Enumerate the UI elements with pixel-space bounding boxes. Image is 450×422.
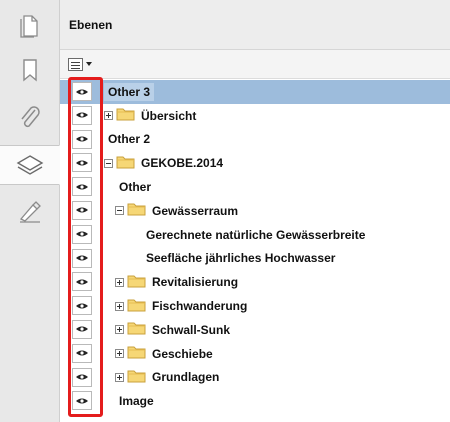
panel-title: Ebenen: [69, 17, 113, 32]
layer-row[interactable]: Image: [60, 389, 450, 413]
layer-row[interactable]: Schwall-Sunk: [60, 318, 450, 342]
signature-icon[interactable]: [10, 192, 50, 232]
layer-tree: Other 3 Übersicht Other 2 GEKOBE.2014 Other G…: [60, 80, 450, 413]
layer-label[interactable]: Fischwanderung: [148, 297, 251, 315]
layer-row[interactable]: Seefläche jährliches Hochwasser: [60, 247, 450, 271]
layer-label[interactable]: Geschiebe: [148, 345, 217, 363]
folder-icon: [127, 369, 146, 386]
expand-icon[interactable]: [115, 277, 124, 287]
layer-row[interactable]: GEKOBE.2014: [60, 151, 450, 175]
pages-icon[interactable]: [10, 6, 50, 46]
collapse-icon[interactable]: [104, 158, 113, 168]
layer-label[interactable]: Revitalisierung: [148, 273, 242, 291]
folder-icon: [116, 155, 135, 172]
layer-row[interactable]: Grundlagen: [60, 366, 450, 390]
expand-icon[interactable]: [115, 301, 124, 311]
bookmark-icon[interactable]: [10, 50, 50, 90]
options-menu-button[interactable]: [68, 57, 92, 71]
layer-label[interactable]: Gewässerraum: [148, 202, 242, 220]
layer-label[interactable]: Grundlagen: [148, 368, 223, 386]
layer-label[interactable]: Other 3: [104, 82, 155, 101]
visibility-column-highlight: [68, 77, 103, 417]
folder-icon: [127, 274, 146, 291]
folder-icon: [127, 321, 146, 338]
expand-icon[interactable]: [115, 349, 124, 359]
panel-header: Ebenen: [60, 0, 450, 50]
folder-icon: [116, 107, 135, 124]
folder-icon: [127, 345, 146, 362]
layers-panel: Ebenen Other 3 Übersicht Other 2 GEKOBE.201…: [60, 0, 450, 422]
layer-row[interactable]: Other: [60, 175, 450, 199]
layer-row[interactable]: Übersicht: [60, 104, 450, 128]
attachment-icon[interactable]: [10, 98, 50, 138]
layer-row[interactable]: Gewässerraum: [60, 199, 450, 223]
collapse-icon[interactable]: [115, 206, 124, 216]
layer-row[interactable]: Gerechnete natürliche Gewässerbreite: [60, 223, 450, 247]
layer-label[interactable]: Gerechnete natürliche Gewässerbreite: [142, 226, 369, 244]
layer-row[interactable]: Revitalisierung: [60, 270, 450, 294]
layer-row[interactable]: Other 3: [60, 80, 450, 104]
layer-label[interactable]: Image: [115, 392, 158, 410]
navigation-rail: [0, 0, 60, 422]
layer-label[interactable]: GEKOBE.2014: [137, 154, 227, 172]
layer-label[interactable]: Übersicht: [137, 107, 200, 125]
layer-label[interactable]: Seefläche jährliches Hochwasser: [142, 249, 339, 267]
expand-icon[interactable]: [115, 325, 124, 335]
folder-icon: [127, 298, 146, 315]
folder-icon: [127, 202, 146, 219]
layer-label[interactable]: Other: [115, 178, 155, 196]
list-options-icon: [68, 57, 83, 71]
expand-icon[interactable]: [104, 111, 113, 121]
layer-label[interactable]: Other 2: [104, 130, 154, 148]
layer-row[interactable]: Fischwanderung: [60, 294, 450, 318]
layers-icon[interactable]: [0, 145, 60, 185]
layer-label[interactable]: Schwall-Sunk: [148, 321, 234, 339]
expand-icon[interactable]: [115, 372, 124, 382]
layer-row[interactable]: Geschiebe: [60, 342, 450, 366]
layer-row[interactable]: Other 2: [60, 128, 450, 152]
panel-toolbar: [60, 50, 450, 79]
caret-down-icon: [86, 62, 92, 66]
